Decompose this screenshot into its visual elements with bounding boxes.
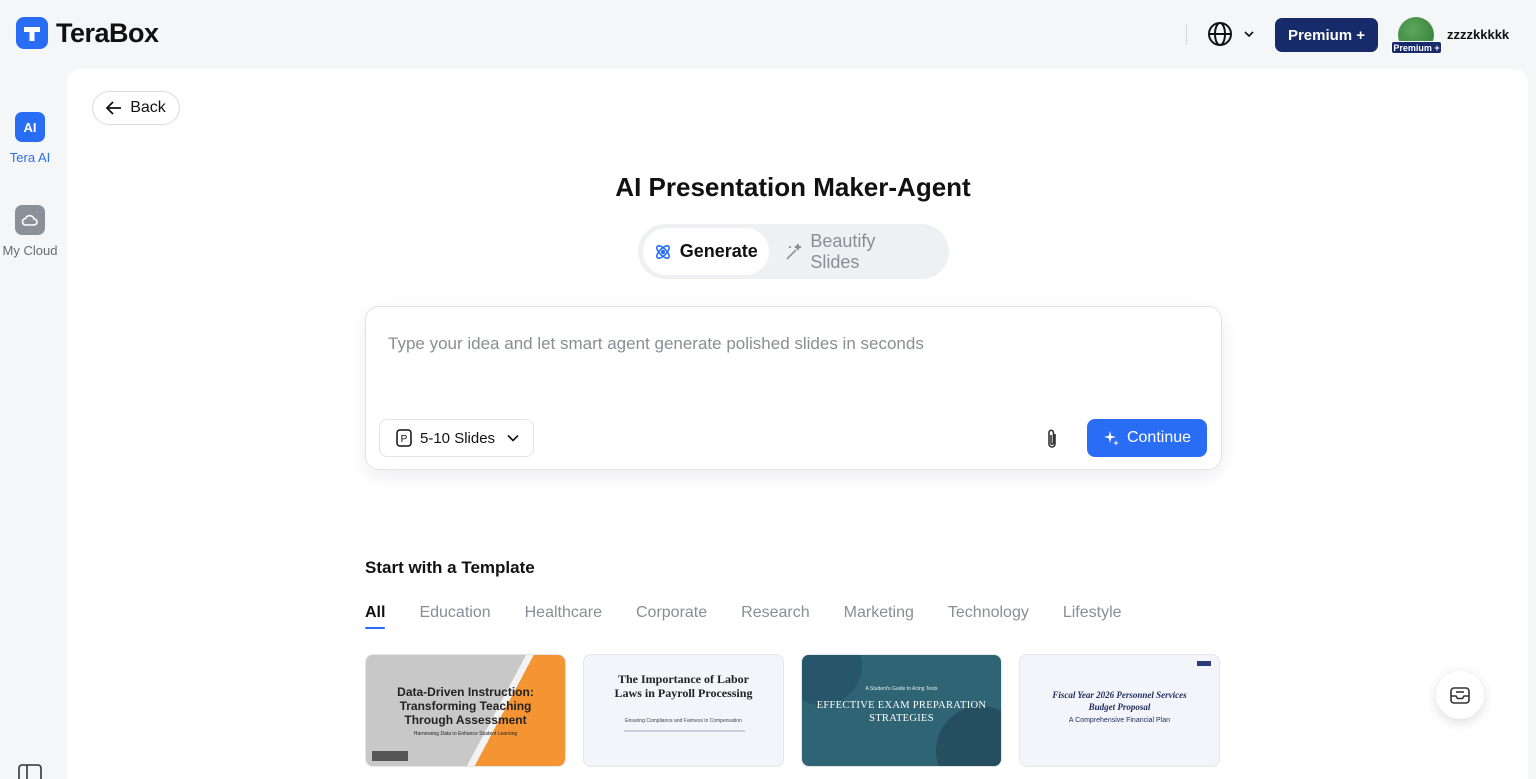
sidebar-item-my-cloud[interactable]: My Cloud xyxy=(0,205,60,258)
cloud-icon xyxy=(15,205,45,235)
template-footer-tag xyxy=(372,751,408,761)
page-title: AI Presentation Maker-Agent xyxy=(615,172,971,202)
panel-icon xyxy=(18,764,42,779)
tab-label: Generate xyxy=(679,241,758,261)
header-divider xyxy=(1186,24,1187,45)
sidebar-item-label: My Cloud xyxy=(2,243,58,258)
terabox-logo[interactable]: TeraBox xyxy=(16,17,159,49)
continue-button[interactable]: Continue xyxy=(1087,419,1207,457)
sidebar-collapse-icon[interactable] xyxy=(18,764,42,779)
template-title: The Importance of Labor Laws in Payroll … xyxy=(614,672,753,700)
template-subtitle: Ensuring Compliance and Fairness in Comp… xyxy=(625,718,742,724)
tab-marketing[interactable]: Marketing xyxy=(844,604,914,629)
magic-wand-icon xyxy=(785,243,801,259)
chevron-down-icon xyxy=(1244,31,1254,38)
tab-label: Beautify Slides xyxy=(810,230,876,272)
template-tag xyxy=(1197,661,1211,666)
mode-tabs: Generate Beautify Slides xyxy=(638,224,949,279)
prompt-box: P 5-10 Slides Continue xyxy=(365,306,1222,470)
template-list: Data-Driven Instruction: Transforming Te… xyxy=(365,654,1220,767)
template-title: Fiscal Year 2026 Personnel Services Budg… xyxy=(1052,690,1187,712)
template-subtitle: A Student's Guide to Acing Tests xyxy=(865,686,938,692)
tab-beautify-slides[interactable]: Beautify Slides xyxy=(769,228,944,275)
template-card[interactable]: Data-Driven Instruction: Transforming Te… xyxy=(365,654,566,767)
template-title: Data-Driven Instruction: Transforming Te… xyxy=(397,685,534,727)
presentation-p-icon: P xyxy=(396,429,412,447)
user-avatar[interactable]: Premium + xyxy=(1391,17,1442,55)
template-card[interactable]: A Student's Guide to Acing Tests EFFECTI… xyxy=(801,654,1002,767)
svg-text:P: P xyxy=(401,434,408,445)
atom-icon xyxy=(655,244,670,259)
template-category-tabs: All Education Healthcare Corporate Resea… xyxy=(365,604,1122,629)
back-button[interactable]: Back xyxy=(92,91,180,125)
ai-icon: AI xyxy=(15,112,45,142)
main-panel: Back AI Presentation Maker-Agent Generat… xyxy=(67,69,1528,779)
sidebar-item-label: Tera AI xyxy=(9,150,51,165)
template-subtitle: A Comprehensive Financial Plan xyxy=(1068,717,1171,724)
tab-healthcare[interactable]: Healthcare xyxy=(525,604,602,629)
arrow-left-icon xyxy=(106,101,122,115)
tab-lifestyle[interactable]: Lifestyle xyxy=(1063,604,1122,629)
prompt-input[interactable] xyxy=(388,329,1188,359)
template-subtitle: Harnessing Data to Enhance Student Learn… xyxy=(413,731,518,737)
logo-text: TeraBox xyxy=(56,17,159,48)
chevron-down-icon xyxy=(507,434,519,442)
terabox-logo-icon xyxy=(16,17,48,49)
globe-icon xyxy=(1208,22,1232,46)
sparkle-icon xyxy=(1103,431,1119,446)
template-card[interactable]: Fiscal Year 2026 Personnel Services Budg… xyxy=(1019,654,1220,767)
tab-corporate[interactable]: Corporate xyxy=(636,604,707,629)
premium-badge: Premium + xyxy=(1391,41,1442,54)
language-selector[interactable] xyxy=(1206,20,1254,48)
template-decoration xyxy=(802,655,862,705)
continue-label: Continue xyxy=(1126,429,1192,446)
attach-file-button[interactable] xyxy=(1038,425,1066,453)
inbox-icon xyxy=(1450,687,1470,704)
template-card[interactable]: The Importance of Labor Laws in Payroll … xyxy=(583,654,784,767)
top-header: TeraBox Premium + Premium + zzzzkkkkk xyxy=(0,0,1536,68)
premium-button[interactable]: Premium + xyxy=(1275,18,1378,52)
template-title: EFFECTIVE EXAM PREPARATION STRATEGIES xyxy=(816,700,987,724)
username[interactable]: zzzzkkkkk xyxy=(1447,27,1509,42)
sidebar: AI Tera AI My Cloud xyxy=(0,68,66,779)
sidebar-item-tera-ai[interactable]: AI Tera AI xyxy=(0,112,60,165)
templates-heading: Start with a Template xyxy=(365,558,535,577)
tab-all[interactable]: All xyxy=(365,604,386,629)
tab-education[interactable]: Education xyxy=(419,604,490,629)
tab-research[interactable]: Research xyxy=(741,604,809,629)
paperclip-icon xyxy=(1048,429,1056,448)
tab-technology[interactable]: Technology xyxy=(948,604,1029,629)
template-text-line xyxy=(624,730,745,732)
back-label: Back xyxy=(130,99,166,116)
slides-count-dropdown[interactable]: P 5-10 Slides xyxy=(379,419,534,457)
slides-count-value: 5-10 Slides xyxy=(420,429,496,447)
feedback-button[interactable] xyxy=(1436,671,1484,719)
tab-generate[interactable]: Generate xyxy=(643,228,769,275)
